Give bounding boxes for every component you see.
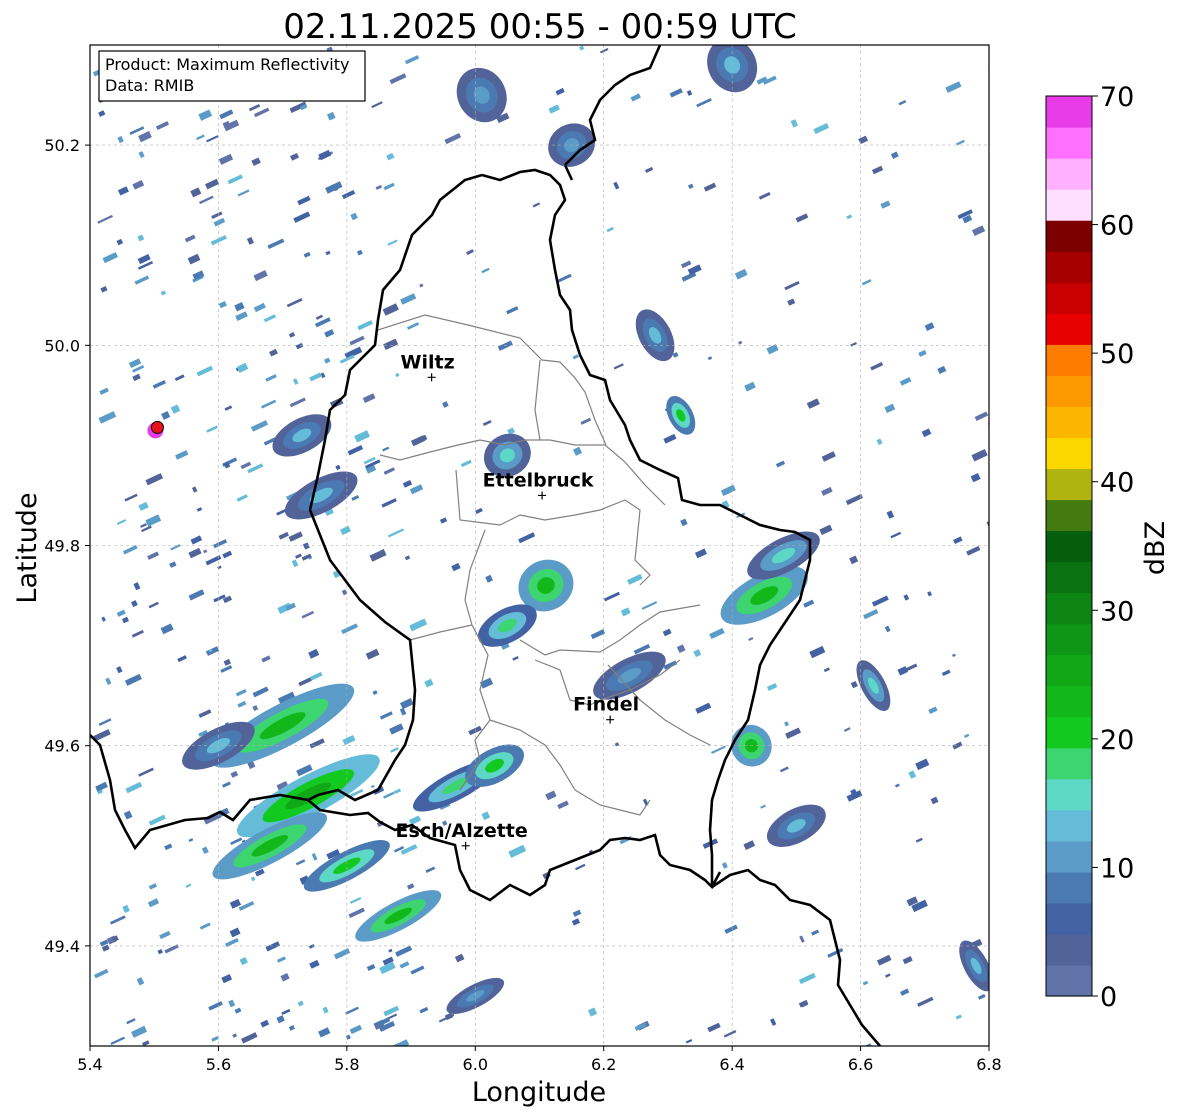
colorbar-tick-label: 40 [1100,468,1134,499]
colorbar-tick-label: 30 [1100,596,1134,627]
y-axis-label: Latitude [12,492,43,603]
x-axis-label: Longitude [472,1077,606,1108]
colorbar-tick-label: 20 [1100,725,1134,756]
info-box-source: Data: RMIB [105,76,194,95]
colorbar-band [1046,313,1092,345]
colorbar-band [1046,778,1092,811]
colorbar-label: dBZ [1140,521,1171,575]
colorbar-band [1046,158,1092,190]
map-title: 02.11.2025 00:55 - 00:59 UTC [283,7,797,47]
x-tick-label: 6.2 [591,1055,616,1074]
y-tick-label: 49.8 [44,537,80,556]
x-tick-label: 6.4 [719,1055,744,1074]
y-tick-label: 49.4 [44,937,80,956]
colorbar-tick-label: 70 [1100,82,1134,113]
colorbar-ticks: 0 10 20 30 40 50 60 70 [1092,82,1134,1013]
colorbar-band [1046,964,1092,997]
colorbar-band [1046,871,1092,904]
city-label: Findel [573,694,639,716]
city-label: Wiltz [401,351,455,373]
colorbar-band [1046,375,1092,407]
y-axis-ticks: 49.4 49.6 49.8 50.0 50.2 [44,136,90,956]
colorbar-band [1046,220,1092,252]
city-label: Esch/Alzette [396,820,528,842]
colorbar-band [1046,747,1092,780]
colorbar-band [1046,499,1092,532]
x-tick-label: 6.6 [848,1055,873,1074]
colorbar-band [1046,468,1092,501]
colorbar-band [1046,592,1092,625]
colorbar-band [1046,530,1092,563]
colorbar-tick-label: 10 [1100,853,1134,884]
x-tick-label: 6.8 [976,1055,1001,1074]
radar-map-figure: 02.11.2025 00:55 - 00:59 UTC Wiltz Ettelb… [12,7,1171,1108]
colorbar-band [1046,127,1092,159]
y-tick-label: 50.2 [44,136,80,155]
colorbar-band [1046,437,1092,470]
colorbar-bands [1046,96,1092,997]
radar-echo-pixel [988,63,989,74]
y-tick-label: 50.0 [44,336,80,355]
colorbar-band [1046,96,1092,128]
colorbar-band [1046,189,1092,221]
colorbar-band [1046,654,1092,687]
colorbar-band [1046,561,1092,594]
colorbar-tick-label: 60 [1100,211,1134,242]
colorbar-band [1046,809,1092,842]
colorbar-band [1046,685,1092,718]
radar-site-dot [150,420,164,434]
y-tick-label: 49.6 [44,737,80,756]
colorbar-band [1046,933,1092,966]
colorbar-band [1046,840,1092,873]
info-box: Product: Maximum Reflectivity Data: RMIB [98,50,366,102]
info-box-product: Product: Maximum Reflectivity [105,55,349,74]
colorbar-band [1046,251,1092,283]
city-label: Ettelbruck [483,469,594,491]
x-tick-label: 6.0 [463,1055,488,1074]
colorbar-band [1046,716,1092,749]
x-tick-label: 5.4 [77,1055,102,1074]
colorbar-tick-label: 50 [1100,339,1134,370]
colorbar-band [1046,623,1092,656]
colorbar-band [1046,406,1092,438]
colorbar: 0 10 20 30 40 50 60 70 dBZ [1045,82,1171,1013]
x-axis-ticks: 5.4 5.6 5.8 6.0 6.2 6.4 6.6 6.8 [77,1046,1002,1074]
colorbar-band [1046,902,1092,935]
colorbar-band [1046,282,1092,314]
colorbar-tick-label: 0 [1100,982,1117,1013]
x-tick-label: 5.8 [334,1055,359,1074]
colorbar-band [1046,344,1092,376]
x-tick-label: 5.6 [206,1055,231,1074]
